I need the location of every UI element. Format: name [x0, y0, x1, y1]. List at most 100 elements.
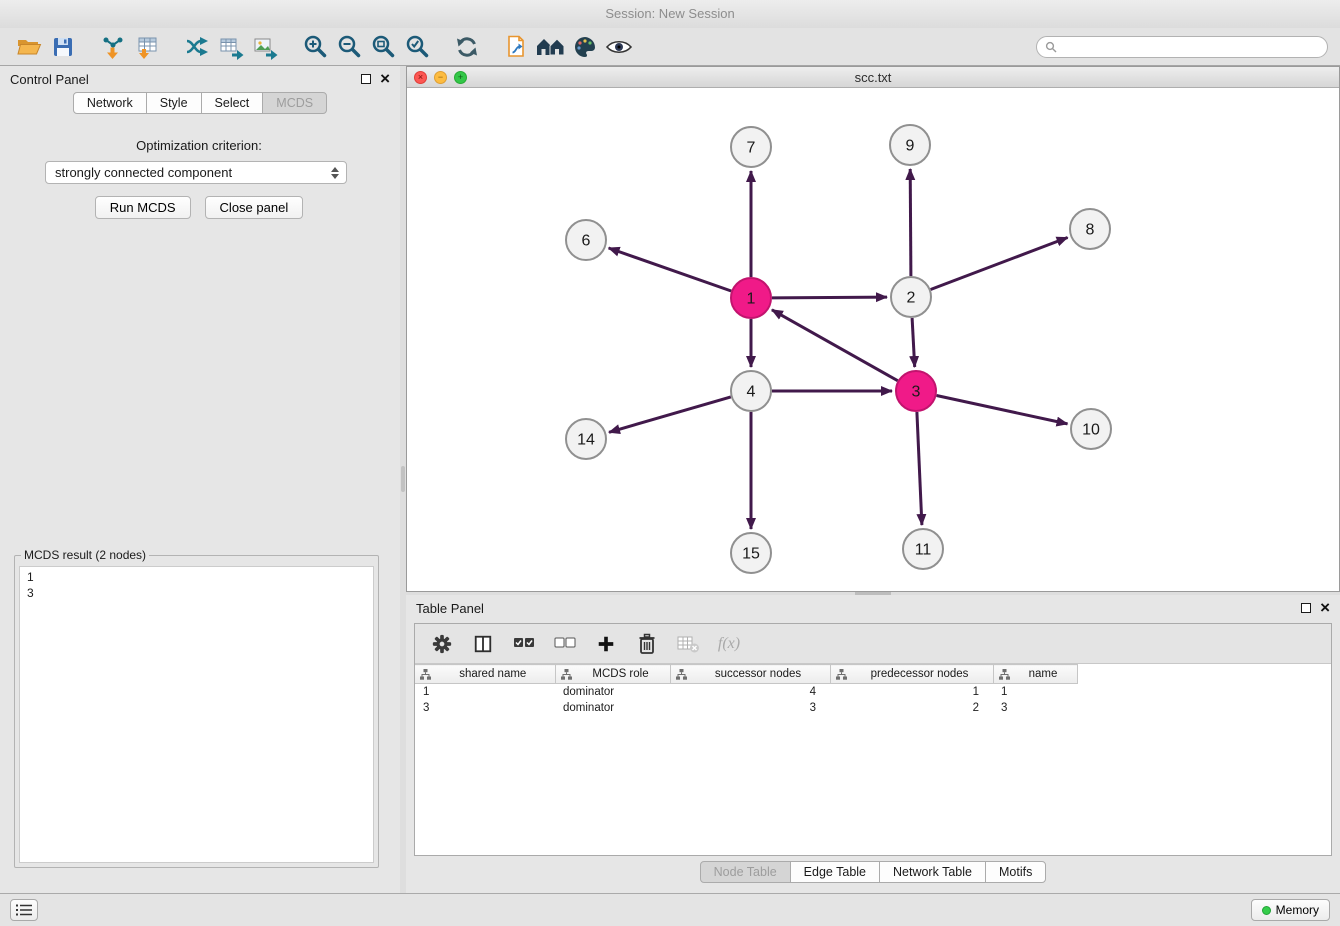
- delete-table-button[interactable]: [675, 630, 701, 658]
- graph-node-14[interactable]: 14: [566, 419, 606, 459]
- svg-text:1: 1: [747, 291, 756, 308]
- table-settings-button[interactable]: [429, 630, 455, 658]
- zoom-selected-button[interactable]: [400, 31, 434, 63]
- close-panel-icon[interactable]: [380, 73, 390, 85]
- optimization-criterion-select[interactable]: strongly connected component: [45, 161, 347, 184]
- close-window-icon[interactable]: [414, 71, 427, 84]
- maximize-window-icon[interactable]: [454, 71, 467, 84]
- export-network-button[interactable]: [180, 31, 214, 63]
- column-header-predecessor-nodes[interactable]: predecessor nodes: [830, 665, 993, 684]
- function-builder-button[interactable]: f(x): [716, 630, 742, 658]
- refresh-view-button[interactable]: [450, 31, 484, 63]
- column-type-icon: [420, 669, 431, 680]
- graph-node-6[interactable]: 6: [566, 220, 606, 260]
- task-history-button[interactable]: [10, 899, 38, 921]
- open-file-button[interactable]: [12, 31, 46, 63]
- run-mcds-button[interactable]: Run MCDS: [95, 196, 191, 219]
- home-icon: [536, 35, 566, 59]
- graph-node-4[interactable]: 4: [731, 371, 771, 411]
- column-header-shared-name[interactable]: shared name: [415, 665, 555, 684]
- graph-node-15[interactable]: 15: [731, 533, 771, 573]
- zoom-out-button[interactable]: [332, 31, 366, 63]
- tab-style[interactable]: Style: [146, 92, 202, 114]
- control-panel: Control Panel NetworkStyleSelectMCDS Opt…: [0, 66, 400, 893]
- graph-edge-2-8[interactable]: [931, 238, 1068, 290]
- graph-node-1[interactable]: 1: [731, 278, 771, 318]
- optimization-criterion-value: strongly connected component: [55, 165, 232, 180]
- close-mcds-panel-button[interactable]: Close panel: [205, 196, 304, 219]
- add-column-button[interactable]: [593, 630, 619, 658]
- table-panel-tabs: Node TableEdge TableNetwork TableMotifs: [406, 861, 1340, 883]
- graph-node-11[interactable]: 11: [903, 529, 943, 569]
- network-window-title: scc.txt: [407, 70, 1339, 85]
- zoom-in-button[interactable]: [298, 31, 332, 63]
- splitter-handle[interactable]: [401, 466, 405, 492]
- graph-edge-3-11[interactable]: [917, 412, 922, 525]
- tab-network[interactable]: Network: [73, 92, 147, 114]
- table-tab-edge-table[interactable]: Edge Table: [790, 861, 880, 883]
- graph-edge-3-1[interactable]: [772, 310, 898, 381]
- optimization-criterion-label: Optimization criterion:: [4, 138, 394, 153]
- column-header-name[interactable]: name: [993, 665, 1077, 684]
- table-row[interactable]: 3dominator323: [415, 700, 1077, 716]
- network-graph[interactable]: 7 9 6 8 1 2 4 3 14 10 15 11: [407, 89, 1339, 591]
- network-canvas[interactable]: 7 9 6 8 1 2 4 3 14 10 15 11: [407, 89, 1339, 591]
- export-image-button[interactable]: [248, 31, 282, 63]
- zoom-in-icon: [302, 34, 328, 60]
- import-network-button[interactable]: [96, 31, 130, 63]
- graph-node-8[interactable]: 8: [1070, 209, 1110, 249]
- mcds-result-text[interactable]: 13: [19, 566, 374, 863]
- graph-edge-1-2[interactable]: [772, 297, 887, 298]
- zoom-fit-button[interactable]: [366, 31, 400, 63]
- style-palette-button[interactable]: [568, 31, 602, 63]
- graph-node-10[interactable]: 10: [1071, 409, 1111, 449]
- search-box: [1036, 36, 1328, 58]
- graph-edge-1-6[interactable]: [609, 248, 732, 291]
- main-toolbar: [0, 28, 1340, 66]
- tab-select[interactable]: Select: [201, 92, 264, 114]
- graph-node-3[interactable]: 3: [896, 371, 936, 411]
- memory-button[interactable]: Memory: [1251, 899, 1330, 921]
- graph-edge-2-9[interactable]: [910, 169, 911, 276]
- import-network-icon: [100, 34, 126, 60]
- float-table-panel-icon[interactable]: [1301, 603, 1311, 613]
- home-button[interactable]: [534, 31, 568, 63]
- table-panel-title: Table Panel: [416, 601, 484, 616]
- document-network-icon: [504, 34, 530, 60]
- svg-text:6: 6: [582, 233, 591, 250]
- network-from-document-button[interactable]: [500, 31, 534, 63]
- column-header-successor-nodes[interactable]: successor nodes: [670, 665, 830, 684]
- float-panel-icon[interactable]: [361, 74, 371, 84]
- show-columns-button[interactable]: [470, 630, 496, 658]
- table-tab-node-table[interactable]: Node Table: [700, 861, 791, 883]
- graph-edge-4-14[interactable]: [609, 397, 731, 432]
- deselect-all-columns-button[interactable]: [552, 630, 578, 658]
- graph-node-9[interactable]: 9: [890, 125, 930, 165]
- delete-column-button[interactable]: [634, 630, 660, 658]
- graph-node-7[interactable]: 7: [731, 127, 771, 167]
- column-type-icon: [676, 669, 687, 680]
- workspace-area: scc.txt 7 9 6 8 1 2 4 3 14 10 15 11 Table Panel: [406, 66, 1340, 893]
- column-type-icon: [561, 669, 572, 680]
- graph-edge-3-10[interactable]: [937, 396, 1068, 424]
- minimize-window-icon[interactable]: [434, 71, 447, 84]
- table-row[interactable]: 1dominator411: [415, 684, 1077, 700]
- column-header-MCDS-role[interactable]: MCDS role: [555, 665, 670, 684]
- show-details-button[interactable]: [602, 31, 636, 63]
- graph-node-2[interactable]: 2: [891, 277, 931, 317]
- svg-text:8: 8: [1086, 222, 1095, 239]
- close-table-panel-icon[interactable]: [1320, 602, 1330, 614]
- save-session-button[interactable]: [46, 31, 80, 63]
- columns-icon: [473, 634, 493, 654]
- window-title: Session: New Session: [605, 6, 734, 21]
- export-table-button[interactable]: [214, 31, 248, 63]
- delete-table-icon: [676, 634, 700, 654]
- graph-edge-2-3[interactable]: [912, 318, 915, 367]
- table-tab-motifs[interactable]: Motifs: [985, 861, 1046, 883]
- tab-mcds[interactable]: MCDS: [262, 92, 327, 114]
- combo-stepper-icon: [331, 167, 341, 179]
- select-all-columns-button[interactable]: [511, 630, 537, 658]
- import-table-button[interactable]: [130, 31, 164, 63]
- table-tab-network-table[interactable]: Network Table: [879, 861, 986, 883]
- search-input[interactable]: [1062, 40, 1319, 54]
